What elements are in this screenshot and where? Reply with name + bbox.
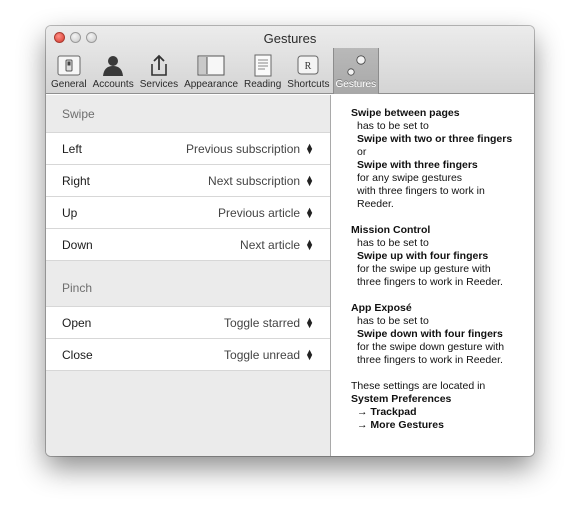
popup-value: Toggle unread — [224, 347, 301, 362]
tab-reading-label: Reading — [244, 79, 282, 90]
help-text: has to be set to — [357, 237, 429, 249]
row-label: Down — [62, 237, 93, 252]
row-label: Open — [62, 315, 92, 330]
pinch-section-header: Pinch — [46, 269, 330, 307]
popup-value: Previous article — [218, 205, 301, 220]
help-emphasis: System Preferences — [351, 393, 452, 405]
window-icon — [196, 52, 226, 78]
swipe-right-popup[interactable]: Next subscription ▲ ▼ — [208, 172, 314, 188]
tab-appearance-label: Appearance — [184, 79, 239, 90]
swipe-up-popup[interactable]: Previous article ▲ ▼ — [218, 204, 314, 220]
tab-shortcuts[interactable]: R Shortcuts — [284, 48, 332, 94]
help-text: for the swipe up gesture with — [357, 263, 491, 275]
help-swipe-pages: Swipe between pages has to be set to Swi… — [351, 107, 534, 211]
share-icon — [144, 52, 174, 78]
gesture-help-pane: Swipe between pages has to be set to Swi… — [332, 95, 534, 456]
help-emphasis: Swipe up with four fingers — [357, 250, 489, 262]
swipe-down-popup[interactable]: Next article ▲ ▼ — [240, 236, 314, 252]
help-text: three fingers to work in Reeder. — [357, 276, 503, 288]
help-text: has to be set to — [357, 120, 429, 132]
key-icon: R — [293, 52, 323, 78]
shortcut-key-glyph: R — [305, 61, 312, 72]
row-label: Left — [62, 141, 83, 156]
updown-arrows-icon: ▲ ▼ — [305, 140, 314, 156]
popup-value: Previous subscription — [186, 141, 301, 156]
pinch-open-popup[interactable]: Toggle starred ▲ ▼ — [224, 314, 314, 330]
help-emphasis: → Trackpad — [357, 406, 417, 418]
swipe-up-row: Up Previous article ▲ ▼ — [46, 197, 330, 229]
help-text: or — [357, 146, 367, 158]
tab-services-label: Services — [139, 79, 179, 90]
gestures-icon — [341, 52, 371, 78]
swipe-right-row: Right Next subscription ▲ ▼ — [46, 165, 330, 197]
tab-accounts[interactable]: Accounts — [90, 48, 137, 94]
swipe-left-popup[interactable]: Previous subscription ▲ ▼ — [186, 140, 314, 156]
row-label: Close — [62, 347, 93, 362]
popup-value: Toggle starred — [224, 315, 301, 330]
row-label: Up — [62, 205, 78, 220]
tab-gestures-label: Gestures — [335, 79, 377, 90]
tab-services[interactable]: Services — [137, 48, 181, 94]
tab-general-label: General — [51, 79, 87, 90]
updown-arrows-icon: ▲ ▼ — [305, 314, 314, 330]
updown-arrows-icon: ▲ ▼ — [305, 204, 314, 220]
tab-accounts-label: Accounts — [92, 79, 134, 90]
gesture-settings-pane: Swipe Left Previous subscription ▲ ▼ Right… — [46, 95, 331, 456]
titlebar: Gestures General Accounts Services Appea… — [46, 26, 534, 94]
preferences-toolbar: General Accounts Services Appearance Rea… — [48, 48, 380, 94]
tab-appearance[interactable]: Appearance — [181, 48, 241, 94]
help-emphasis: Swipe with two or three fingers — [357, 133, 513, 145]
help-text: has to be set to — [357, 315, 429, 327]
swipe-down-row: Down Next article ▲ ▼ — [46, 229, 330, 261]
help-mission-control: Mission Control has to be set to Swipe u… — [351, 224, 534, 289]
document-icon — [248, 52, 278, 78]
swipe-section-header: Swipe — [46, 95, 330, 133]
popup-value: Next article — [240, 237, 301, 252]
help-emphasis: Swipe down with four fingers — [357, 328, 503, 340]
pinch-open-row: Open Toggle starred ▲ ▼ — [46, 307, 330, 339]
preferences-window: Gestures General Accounts Services Appea… — [46, 26, 534, 456]
updown-arrows-icon: ▲ ▼ — [305, 172, 314, 188]
help-text: for the swipe down gesture with — [357, 341, 505, 353]
popup-value: Next subscription — [208, 173, 301, 188]
switch-icon — [54, 52, 84, 78]
help-text: for any swipe gestures — [357, 172, 463, 184]
help-location: These settings are located in System Pre… — [351, 380, 534, 432]
pinch-close-row: Close Toggle unread ▲ ▼ — [46, 339, 330, 371]
help-emphasis: → More Gestures — [357, 419, 444, 431]
pinch-close-popup[interactable]: Toggle unread ▲ ▼ — [224, 346, 314, 362]
person-icon — [98, 52, 128, 78]
help-text: with three fingers to work in — [357, 185, 485, 197]
updown-arrows-icon: ▲ ▼ — [305, 346, 314, 362]
help-heading: App Exposé — [351, 302, 412, 314]
tab-reading[interactable]: Reading — [241, 48, 284, 94]
window-title: Gestures — [263, 31, 317, 46]
help-app-expose: App Exposé has to be set to Swipe down w… — [351, 302, 534, 367]
tab-gestures[interactable]: Gestures — [332, 48, 380, 94]
help-heading: Swipe between pages — [351, 107, 460, 119]
tab-shortcuts-label: Shortcuts — [287, 79, 330, 90]
help-text: three fingers to work in Reeder. — [357, 354, 503, 366]
row-label: Right — [62, 173, 91, 188]
help-text: Reeder. — [357, 198, 394, 210]
updown-arrows-icon: ▲ ▼ — [305, 236, 314, 252]
help-text: These settings are located in — [351, 380, 486, 392]
help-emphasis: Swipe with three fingers — [357, 159, 478, 171]
section-gap — [46, 261, 330, 269]
swipe-left-row: Left Previous subscription ▲ ▼ — [46, 133, 330, 165]
tab-general[interactable]: General — [48, 48, 90, 94]
help-heading: Mission Control — [351, 224, 431, 236]
